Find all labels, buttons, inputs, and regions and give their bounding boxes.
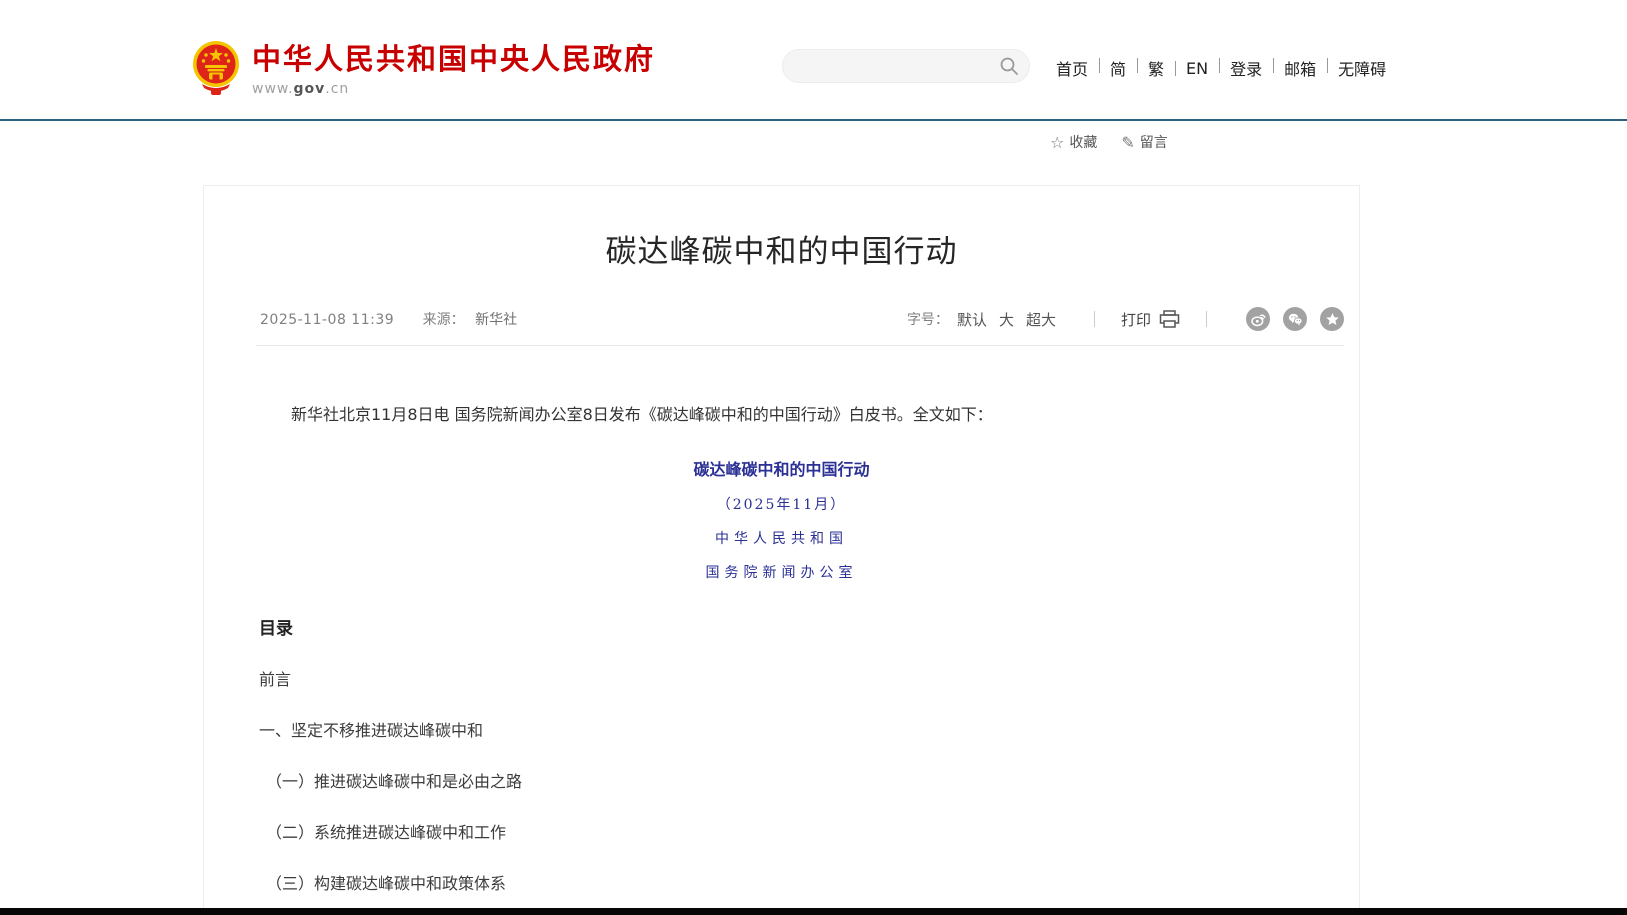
doc-org-line2: 国务院新闻办公室 [259,562,1304,582]
pencil-icon: ✎ [1121,133,1134,152]
font-size-option[interactable]: 默认 [957,309,987,330]
source-label: 来源： [423,312,465,328]
weibo-icon[interactable] [1246,307,1270,331]
nav-link[interactable]: 首页 [1045,56,1099,80]
source-value[interactable]: 新华社 [475,312,517,328]
article-title: 碳达峰碳中和的中国行动 [204,226,1359,271]
site-brand[interactable]: 中华人民共和国中央人民政府 www.gov.cn [192,38,655,97]
comment-link[interactable]: ✎ 留言 [1121,132,1167,152]
share-icons [1233,307,1344,331]
favorite-link[interactable]: ☆ 收藏 [1050,132,1097,152]
comment-label: 留言 [1140,132,1168,152]
article-meta: 2025-11-08 11:39 来源： 新华社 字号： 默认大超大 打印 [256,307,1344,331]
favorite-label: 收藏 [1069,132,1097,152]
toc-item: （二）系统推进碳达峰碳中和工作 [259,819,1304,843]
print-button[interactable]: 打印 [1121,309,1180,330]
publish-date: 2025-11-08 11:39 [260,312,394,328]
wechat-icon[interactable] [1283,307,1307,331]
header-divider [0,119,1627,121]
header-nav: 首页简繁EN登录邮箱无障碍 [1045,56,1397,80]
search-input[interactable] [799,50,999,82]
site-title: 中华人民共和国中央人民政府 [252,44,655,76]
doc-title: 碳达峰碳中和的中国行动 [259,456,1304,480]
brand-text: 中华人民共和国中央人民政府 www.gov.cn [252,38,655,97]
font-size-label: 字号： [907,309,949,329]
toc-item: 一、坚定不移推进碳达峰碳中和 [259,717,1304,741]
font-size-options: 默认大超大 [957,309,1068,330]
article-body: 新华社北京11月8日电 国务院新闻办公室8日发布《碳达峰碳中和的中国行动》白皮书… [204,402,1359,915]
meta-divider [256,345,1344,346]
toc-item: （三）构建碳达峰碳中和政策体系 [259,870,1304,894]
font-size-option[interactable]: 超大 [1026,309,1056,330]
site-header: 中华人民共和国中央人民政府 www.gov.cn 首页简繁EN登录邮箱无障碍 [0,0,1627,119]
printer-icon [1159,310,1180,328]
print-label: 打印 [1121,309,1151,330]
toc-item: （一）推进碳达峰碳中和是必由之路 [259,768,1304,792]
nav-link[interactable]: EN [1175,59,1219,78]
search-icon[interactable] [999,56,1019,76]
article-meta-right: 字号： 默认大超大 打印 [907,307,1344,331]
table-of-contents: 前言一、坚定不移推进碳达峰碳中和 （一）推进碳达峰碳中和是必由之路 （二）系统推进碳… [259,666,1304,915]
article-card: 碳达峰碳中和的中国行动 2025-11-08 11:39 来源： 新华社 字号：… [203,185,1360,915]
nav-link[interactable]: 繁 [1137,56,1175,80]
article-meta-left: 2025-11-08 11:39 来源： 新华社 [260,309,523,329]
divider [1094,311,1095,327]
doc-date: （2025年11月） [259,494,1304,514]
page: 中华人民共和国中央人民政府 www.gov.cn 首页简繁EN登录邮箱无障碍 ☆… [0,0,1627,915]
bottom-edge-bar [0,908,1627,915]
nav-link[interactable]: 无障碍 [1327,56,1397,80]
toc-heading: 目录 [259,614,1304,639]
national-emblem-logo [192,38,240,96]
star-share-icon[interactable] [1320,307,1344,331]
site-url: www.gov.cn [252,81,655,97]
font-size-option[interactable]: 大 [999,309,1014,330]
nav-link[interactable]: 简 [1099,56,1137,80]
nav-link[interactable]: 登录 [1219,56,1273,80]
lead-paragraph: 新华社北京11月8日电 国务院新闻办公室8日发布《碳达峰碳中和的中国行动》白皮书… [259,402,1304,428]
utility-bar: ☆ 收藏 ✎ 留言 [1050,132,1192,152]
divider [1206,311,1207,327]
star-icon: ☆ [1050,133,1064,152]
search-box [782,49,1030,83]
doc-org-line1: 中华人民共和国 [259,528,1304,548]
nav-link[interactable]: 邮箱 [1273,56,1327,80]
toc-item: 前言 [259,666,1304,690]
